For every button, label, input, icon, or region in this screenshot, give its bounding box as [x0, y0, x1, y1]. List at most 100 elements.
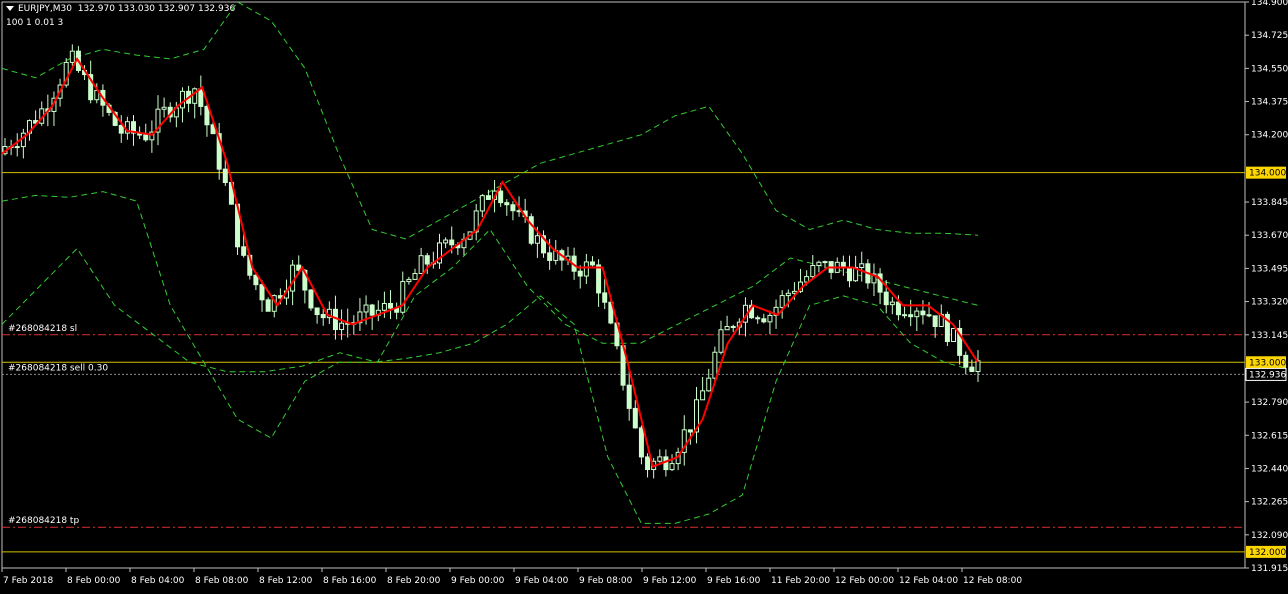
x-tick-label: 12 Feb 08:00: [963, 576, 1022, 586]
candle-body: [510, 204, 516, 212]
candle-body: [718, 329, 724, 353]
level-price-label: 134.000: [1249, 169, 1286, 179]
candle-body: [498, 190, 504, 204]
candle-body: [161, 106, 167, 110]
candle-body: [951, 328, 957, 343]
x-tick-label: 9 Feb 00:00: [451, 576, 505, 586]
x-tick-label: 9 Feb 08:00: [579, 576, 633, 586]
candle-body: [730, 326, 736, 329]
candle-body: [222, 168, 228, 183]
candle-body: [687, 429, 693, 433]
y-tick-label: 132.615: [1251, 431, 1288, 441]
candle-body: [767, 314, 773, 323]
candle-body: [632, 407, 638, 429]
y-tick-label: 134.900: [1251, 0, 1288, 8]
y-tick-label: 134.200: [1251, 131, 1288, 141]
upper-band-line: [1, 1, 979, 240]
y-tick-label: 132.090: [1251, 531, 1288, 541]
x-tick-label: 9 Feb 04:00: [515, 576, 569, 586]
candle-body: [479, 195, 485, 212]
middle-band-line: [1, 228, 979, 373]
candle-body: [755, 317, 761, 320]
x-tick-label: 7 Feb 2018: [3, 576, 54, 586]
x-tick-label: 9 Feb 16:00: [707, 576, 761, 586]
y-tick-label: 133.495: [1251, 264, 1288, 274]
candle-body: [889, 301, 895, 306]
candle-body: [504, 202, 510, 206]
candle-body: [388, 302, 394, 309]
candle-body: [14, 146, 20, 149]
price-chart[interactable]: 134.900 134.725 134.550 134.375 134.200 133.8…: [0, 0, 1288, 594]
candle-body: [914, 310, 920, 318]
y-tick-label: 133.320: [1251, 298, 1288, 308]
candle-body: [822, 261, 828, 264]
candle-body: [846, 267, 852, 282]
candle-body: [700, 390, 706, 401]
order-label: #268084218 tp: [8, 516, 79, 526]
candle-body: [902, 314, 908, 317]
candle-body: [204, 105, 210, 126]
candle-body: [638, 427, 644, 458]
candle-body: [908, 314, 914, 318]
order-label: #268084218 sell 0.30: [8, 363, 108, 373]
candle-body: [179, 90, 185, 109]
candle-body: [963, 354, 969, 368]
level-price-label: 132.000: [1249, 548, 1286, 558]
y-tick-label: 133.145: [1251, 331, 1288, 341]
candle-body: [308, 289, 314, 309]
candle-body: [314, 307, 320, 316]
candle-body: [528, 216, 534, 244]
candle-body: [810, 264, 816, 278]
candle-body: [785, 292, 791, 297]
candle-body: [241, 246, 247, 256]
candle-body: [443, 239, 449, 244]
y-tick-label: 131.915: [1251, 564, 1288, 574]
candle-body: [418, 255, 424, 275]
y-tick-label: 134.375: [1251, 98, 1288, 108]
candle-body: [969, 366, 975, 373]
y-tick-label: 133.845: [1251, 198, 1288, 208]
candle-body: [895, 301, 901, 316]
candle-body: [602, 292, 608, 303]
candle-body: [926, 314, 932, 317]
candle-body: [657, 456, 663, 462]
candle-body: [265, 299, 271, 312]
candle-body: [198, 88, 204, 107]
candle-body: [669, 463, 675, 471]
candle-body: [485, 195, 491, 200]
candle-body: [859, 263, 865, 268]
candle-body: [259, 284, 265, 301]
x-tick-label: 11 Feb 20:00: [771, 576, 830, 586]
x-tick-label: 8 Feb 16:00: [323, 576, 377, 586]
candle-body: [761, 318, 767, 323]
y-tick-label: 132.440: [1251, 464, 1288, 474]
level-price-label: 133.000: [1249, 358, 1286, 368]
candle-body: [412, 273, 418, 280]
candle-body: [381, 302, 387, 311]
x-tick-label: 8 Feb 12:00: [259, 576, 313, 586]
candle-body: [369, 304, 375, 316]
x-tick-label: 9 Feb 12:00: [643, 576, 697, 586]
x-tick-label: 8 Feb 08:00: [195, 576, 249, 586]
candle-body: [339, 322, 345, 331]
y-tick-label: 133.670: [1251, 231, 1288, 241]
x-tick-label: 12 Feb 04:00: [899, 576, 958, 586]
candle-body: [363, 304, 369, 313]
y-tick-label: 134.550: [1251, 64, 1288, 74]
candle-body: [883, 291, 889, 306]
candle-body: [449, 239, 455, 246]
candle-body: [424, 255, 430, 265]
candle-body: [583, 261, 589, 277]
candle-body: [143, 134, 149, 141]
y-tick-label: 134.725: [1251, 31, 1288, 41]
candle-body: [779, 295, 785, 308]
candle-body: [320, 314, 326, 319]
candle-body: [290, 264, 296, 292]
candle-body: [645, 456, 651, 471]
x-tick-label: 8 Feb 04:00: [131, 576, 185, 586]
candle-body: [712, 351, 718, 379]
candle-body: [920, 310, 926, 316]
y-tick-label: 132.265: [1251, 498, 1288, 508]
y-tick-label: 132.790: [1251, 398, 1288, 408]
candle-body: [724, 326, 730, 331]
